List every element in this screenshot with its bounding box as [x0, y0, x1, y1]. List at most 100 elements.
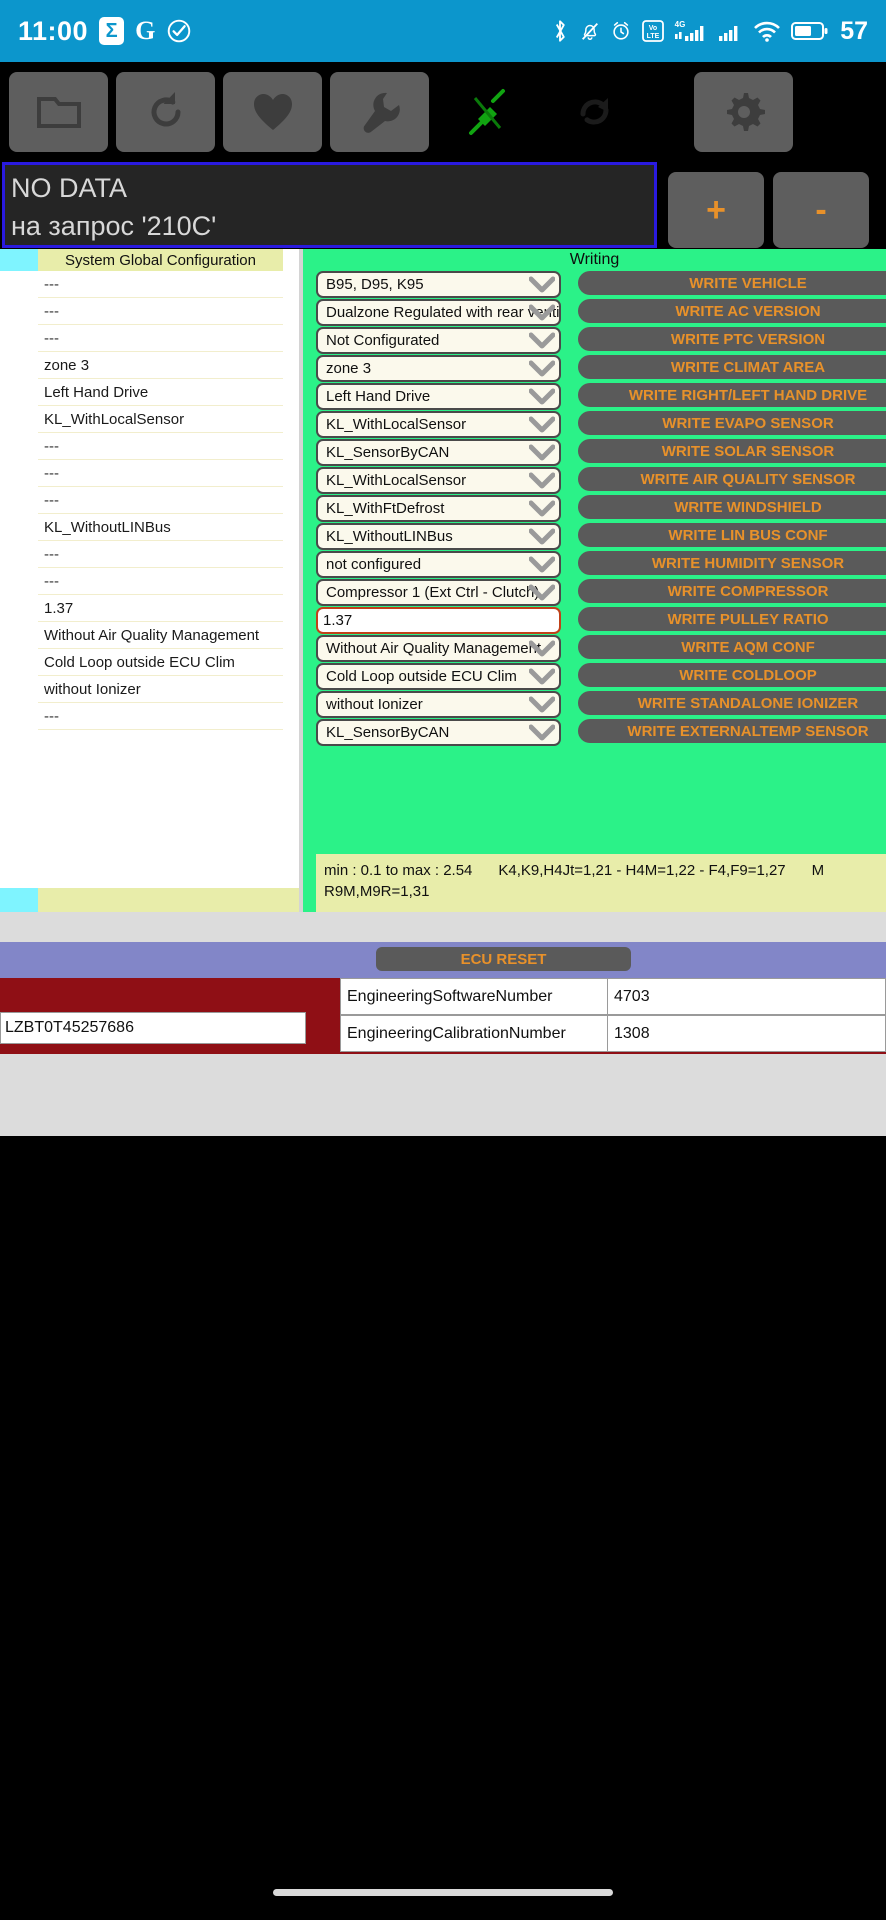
settings-button[interactable] [694, 72, 793, 152]
status-bar-left: 11:00 Σ G [18, 16, 192, 47]
config-select[interactable]: without Ionizer [316, 691, 561, 718]
chevron-down-icon [529, 444, 555, 460]
config-select[interactable]: KL_WithLocalSensor [316, 467, 561, 494]
config-select[interactable]: not configured [316, 551, 561, 578]
wrench-icon [363, 92, 400, 133]
config-select[interactable]: Compressor 1 (Ext Ctrl - Clutch) [316, 579, 561, 606]
write-button[interactable]: WRITE RIGHT/LEFT HAND DRIVE [578, 383, 886, 407]
read-table-row: KL_WithLocalSensor [38, 406, 283, 433]
config-select-value: without Ionizer [326, 696, 423, 713]
config-select-value: Compressor 1 (Ext Ctrl - Clutch) [326, 584, 540, 601]
read-table-row: zone 3 [38, 352, 283, 379]
write-button[interactable]: WRITE EXTERNALTEMP SENSOR [578, 719, 886, 743]
read-table-row: --- [38, 487, 283, 514]
config-select-value: Not Configurated [326, 332, 440, 349]
chevron-down-icon [529, 416, 555, 432]
connection-status-button[interactable] [437, 72, 536, 152]
no-data-message-box[interactable]: NO DATA на запрос '210C' [2, 162, 657, 248]
chevron-down-icon [529, 528, 555, 544]
config-select-value: zone 3 [326, 360, 372, 377]
sync-icon [579, 98, 609, 125]
increment-button[interactable]: + [668, 172, 764, 248]
config-select-value: Dualzone Regulated with rear ventil [326, 304, 561, 321]
write-button[interactable]: WRITE COMPRESSOR [578, 579, 886, 603]
signal-4g-icon: 4G [675, 20, 704, 41]
config-select-value: B95, D95, K95 [326, 276, 424, 293]
read-table-row: --- [38, 298, 283, 325]
read-table-rows: --- --- --- zone 3 Left Hand Drive KL_WithLoc… [38, 271, 283, 730]
read-table-row: Left Hand Drive [38, 379, 283, 406]
writing-dropdown-column: B95, D95, K95 Dualzone Regulated with rea… [316, 271, 561, 747]
message-line-2: на запрос '210C' [11, 211, 217, 241]
config-select[interactable]: Cold Loop outside ECU Clim [316, 663, 561, 690]
pulley-ratio-value: 1.37 [323, 612, 353, 629]
config-select[interactable]: KL_WithFtDefrost [316, 495, 561, 522]
write-button[interactable]: WRITE VEHICLE [578, 271, 886, 295]
read-table-row: --- [38, 271, 283, 298]
writing-pane-footer: min : 0.1 to max : 2.54 K4,K9,H4Jt=1,21 -… [316, 854, 886, 912]
write-button[interactable]: WRITE WINDSHIELD [578, 495, 886, 519]
app-root: 11:00 Σ G Vo LTE 4G 57 NO DATA на запрос… [0, 0, 886, 1920]
chevron-down-icon [529, 472, 555, 488]
write-button[interactable]: WRITE AIR QUALITY SENSOR [578, 467, 886, 491]
engineering-row: EngineeringSoftwareNumber 4703 [340, 978, 886, 1015]
write-button[interactable]: WRITE SOLAR SENSOR [578, 439, 886, 463]
config-select[interactable]: KL_SensorByCAN [316, 439, 561, 466]
write-button[interactable]: WRITE PULLEY RATIO [578, 607, 886, 631]
status-time: 11:00 [18, 15, 89, 46]
config-select[interactable]: Dualzone Regulated with rear ventil [316, 299, 561, 326]
svg-text:4G: 4G [675, 20, 686, 29]
config-select[interactable]: KL_WithLocalSensor [316, 411, 561, 438]
write-button[interactable]: WRITE LIN BUS CONF [578, 523, 886, 547]
refresh-button[interactable] [116, 72, 215, 152]
main-panes: System Global Configuration --- --- --- zon… [0, 249, 886, 912]
app-toolbar [0, 64, 886, 160]
home-gesture-pill[interactable] [273, 1888, 613, 1896]
chevron-down-icon [529, 388, 555, 404]
pulley-note-3: R9M,M9R=1,31 [324, 883, 430, 900]
favorites-button[interactable] [223, 72, 322, 152]
pulley-ratio-input[interactable]: 1.37 [316, 607, 561, 634]
decrement-button[interactable]: - [773, 172, 869, 248]
ecu-reset-button[interactable]: ECU RESET [376, 947, 631, 971]
engineering-value: 1308 [608, 1015, 886, 1052]
write-button[interactable]: WRITE EVAPO SENSOR [578, 411, 886, 435]
read-table-row: KL_WithoutLINBus [38, 514, 283, 541]
config-select[interactable]: zone 3 [316, 355, 561, 382]
pulley-range-text: min : 0.1 to max : 2.54 [324, 862, 473, 879]
read-table-header: System Global Configuration [38, 249, 283, 271]
chevron-down-icon [529, 304, 555, 320]
config-select-value: Without Air Quality Management [326, 640, 542, 657]
vin-field[interactable]: LZBT0T45257686 [0, 1012, 306, 1044]
read-table-row: Cold Loop outside ECU Clim [38, 649, 283, 676]
write-button[interactable]: WRITE CLIMAT AREA [578, 355, 886, 379]
write-button[interactable]: WRITE AC VERSION [578, 299, 886, 323]
config-select[interactable]: KL_WithoutLINBus [316, 523, 561, 550]
message-row: NO DATA на запрос '210C' + - [0, 162, 886, 248]
chevron-down-icon [529, 500, 555, 516]
config-select[interactable]: KL_SensorByCAN [316, 719, 561, 746]
write-button[interactable]: WRITE COLDLOOP [578, 663, 886, 687]
spacer-above-reset [0, 912, 886, 942]
write-button[interactable]: WRITE STANDALONE IONIZER [578, 691, 886, 715]
config-select[interactable]: Not Configurated [316, 327, 561, 354]
folder-icon-button[interactable] [9, 72, 108, 152]
tools-button[interactable] [330, 72, 429, 152]
config-select[interactable]: Left Hand Drive [316, 383, 561, 410]
write-button[interactable]: WRITE HUMIDITY SENSOR [578, 551, 886, 575]
write-button[interactable]: WRITE PTC VERSION [578, 327, 886, 351]
wifi-icon [754, 21, 781, 42]
read-table-row: --- [38, 703, 283, 730]
sync-button[interactable] [544, 72, 643, 152]
sigma-app-icon: Σ [99, 17, 125, 45]
write-button[interactable]: WRITE AQM CONF [578, 635, 886, 659]
config-select-value: KL_WithoutLINBus [326, 528, 453, 545]
config-select[interactable]: B95, D95, K95 [316, 271, 561, 298]
read-table-row: --- [38, 568, 283, 595]
config-select[interactable]: Without Air Quality Management [316, 635, 561, 662]
engineering-numbers-table: EngineeringSoftwareNumber 4703 Engineering… [340, 978, 886, 1052]
folder-icon [36, 97, 81, 128]
write-button-column: WRITE VEHICLE WRITE AC VERSION WRITE PTC V… [578, 271, 886, 747]
config-select-value: not configured [326, 556, 422, 573]
chevron-down-icon [529, 556, 555, 572]
